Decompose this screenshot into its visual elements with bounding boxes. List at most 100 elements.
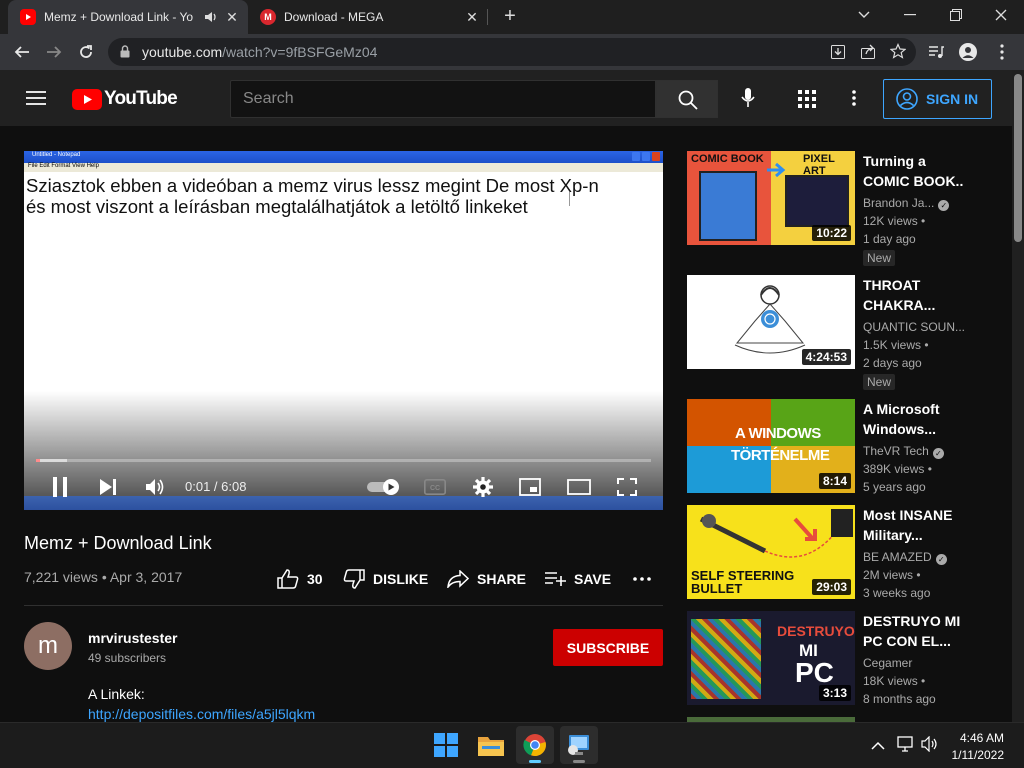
clock-date[interactable]: 1/11/2022	[952, 748, 1005, 762]
chrome-taskbar-button[interactable]	[516, 726, 554, 764]
video-title[interactable]: COMIC BOOK...	[863, 171, 963, 191]
related-video-item[interactable]: A WINDOWS TÖRTÉNELME 8:14 A Microsoft Wi…	[687, 399, 987, 495]
verified-check-icon: ✓	[938, 200, 950, 211]
audio-playing-icon[interactable]	[204, 10, 218, 27]
media-control-icon[interactable]	[924, 40, 948, 64]
bookmark-star-icon[interactable]	[889, 43, 907, 64]
video-title[interactable]: Turning a	[863, 151, 963, 171]
video-title[interactable]: PC CON EL...	[863, 631, 963, 651]
dislike-button[interactable]: DISLIKE	[343, 567, 428, 591]
apps-grid-icon[interactable]	[798, 90, 816, 113]
video-title[interactable]: Most INSANE	[863, 505, 963, 525]
captions-button[interactable]: CC	[422, 473, 448, 501]
chrome-icon	[523, 734, 546, 757]
restore-icon[interactable]	[933, 0, 979, 30]
video-player[interactable]: Untitled - Notepad File Edit Format View…	[24, 151, 663, 510]
subscribe-button[interactable]: SUBSCRIBE	[553, 629, 663, 666]
video-title[interactable]: THROAT	[863, 275, 963, 295]
channel-name[interactable]: TheVR Tech ✓	[863, 444, 944, 459]
forward-icon[interactable]	[42, 40, 66, 64]
video-thumbnail[interactable]: 4:24:53	[687, 275, 855, 369]
tab-mega[interactable]: M Download - MEGA ✕	[248, 0, 488, 34]
channel-name-text: BE AMAZED	[863, 550, 932, 564]
video-title[interactable]: A Microsoft	[863, 399, 963, 419]
scrollbar-thumb[interactable]	[1014, 74, 1022, 242]
next-button[interactable]	[96, 473, 120, 501]
progress-bar[interactable]	[36, 459, 651, 462]
video-thumbnail[interactable]: COMIC BOOK PIXEL ART 10:22	[687, 151, 855, 245]
thumbs-up-icon	[277, 569, 299, 589]
share-button[interactable]: SHARE	[447, 567, 526, 591]
fullscreen-button[interactable]	[614, 473, 640, 501]
back-icon[interactable]	[10, 40, 34, 64]
autoplay-toggle[interactable]	[366, 473, 402, 501]
pause-button[interactable]	[48, 473, 72, 501]
guide-menu-icon[interactable]	[26, 90, 46, 111]
like-button[interactable]: 30	[277, 567, 323, 591]
description-link[interactable]: http://depositfiles.com/files/a5jl5lqkm	[88, 706, 315, 722]
channel-name[interactable]: Brandon Ja... ✓	[863, 196, 950, 211]
channel-name[interactable]: mrvirustester	[88, 630, 178, 646]
new-tab-button[interactable]: +	[498, 5, 522, 29]
youtube-logo[interactable]: YouTube	[72, 88, 178, 110]
thumbnail-text: TÖRTÉNELME	[731, 447, 830, 464]
miniplayer-button[interactable]	[517, 473, 543, 501]
search-button[interactable]	[656, 80, 718, 118]
channel-name[interactable]: BE AMAZED ✓	[863, 550, 947, 565]
profile-icon[interactable]	[956, 40, 980, 64]
close-tab-icon[interactable]: ✕	[464, 9, 480, 25]
video-title[interactable]: Military...	[863, 525, 963, 545]
clock-time[interactable]: 4:46 AM	[960, 731, 1004, 745]
remote-desktop-button[interactable]	[560, 726, 598, 764]
video-thumbnail[interactable]: DESTRUYO MI PC 3:13	[687, 611, 855, 705]
close-tab-icon[interactable]: ✕	[224, 9, 240, 25]
windows-start-button[interactable]	[427, 726, 465, 764]
install-app-icon[interactable]	[830, 44, 846, 65]
minimize-icon[interactable]	[887, 0, 933, 30]
tab-search-icon[interactable]	[841, 0, 887, 30]
lock-icon[interactable]	[120, 45, 130, 63]
related-video-item[interactable]: COMIC BOOK PIXEL ART 10:22 Turning a COM…	[687, 151, 987, 266]
verified-check-icon: ✓	[935, 554, 947, 565]
video-thumbnail[interactable]: SELF STEERING BULLET 29:03	[687, 505, 855, 599]
video-duration: 4:24:53	[801, 349, 851, 365]
save-button[interactable]: SAVE	[544, 567, 611, 591]
channel-name[interactable]: Cegamer	[863, 656, 912, 670]
network-icon[interactable]	[897, 736, 915, 757]
like-count: 30	[307, 571, 323, 587]
chrome-menu-icon[interactable]	[990, 40, 1014, 64]
settings-more-icon[interactable]	[852, 90, 856, 111]
mute-button[interactable]	[142, 473, 168, 501]
notepad-line-1: Sziasztok ebben a videóban a memz virus …	[26, 175, 599, 196]
address-bar[interactable]: youtube.com/watch?v=9fBSFGeMz04	[108, 38, 916, 66]
settings-button[interactable]	[470, 473, 496, 501]
browser-toolbar: youtube.com/watch?v=9fBSFGeMz04	[0, 34, 1024, 70]
more-actions-button[interactable]	[633, 567, 659, 591]
pause-icon	[53, 477, 67, 497]
page-scrollbar[interactable]	[1012, 70, 1024, 722]
related-video-item[interactable]: 4:24:53 THROAT CHAKRA... QUANTIC SOUN...…	[687, 275, 987, 390]
related-video-item[interactable]: SELF STEERING BULLET 29:03 Most INSANE M…	[687, 505, 987, 601]
search-input[interactable]: Search	[230, 80, 656, 118]
channel-avatar[interactable]: m	[24, 622, 72, 670]
new-badge: New	[863, 374, 896, 390]
share-page-icon[interactable]	[860, 44, 876, 65]
view-count: 18K views •	[863, 674, 926, 688]
voice-search-button[interactable]	[730, 80, 766, 116]
tab-youtube[interactable]: Memz + Download Link - Yo ✕	[8, 0, 248, 34]
file-explorer-button[interactable]	[472, 726, 510, 764]
close-window-icon[interactable]	[978, 0, 1024, 30]
show-hidden-icons-icon[interactable]	[871, 738, 885, 756]
video-title[interactable]: CHAKRA...	[863, 295, 963, 315]
video-title[interactable]: Windows...	[863, 419, 963, 439]
video-view-count-date: 7,221 views • Apr 3, 2017	[24, 569, 183, 585]
video-title[interactable]: DESTRUYO MI	[863, 611, 963, 631]
sign-in-button[interactable]: SIGN IN	[883, 79, 992, 119]
volume-tray-icon[interactable]	[921, 735, 939, 757]
theater-mode-button[interactable]	[565, 473, 593, 501]
divider	[24, 605, 663, 606]
reload-icon[interactable]	[74, 40, 98, 64]
related-video-item[interactable]: DESTRUYO MI PC 3:13 DESTRUYO MI PC CON E…	[687, 611, 987, 707]
video-thumbnail[interactable]: A WINDOWS TÖRTÉNELME 8:14	[687, 399, 855, 493]
channel-name[interactable]: QUANTIC SOUN...	[863, 320, 965, 334]
